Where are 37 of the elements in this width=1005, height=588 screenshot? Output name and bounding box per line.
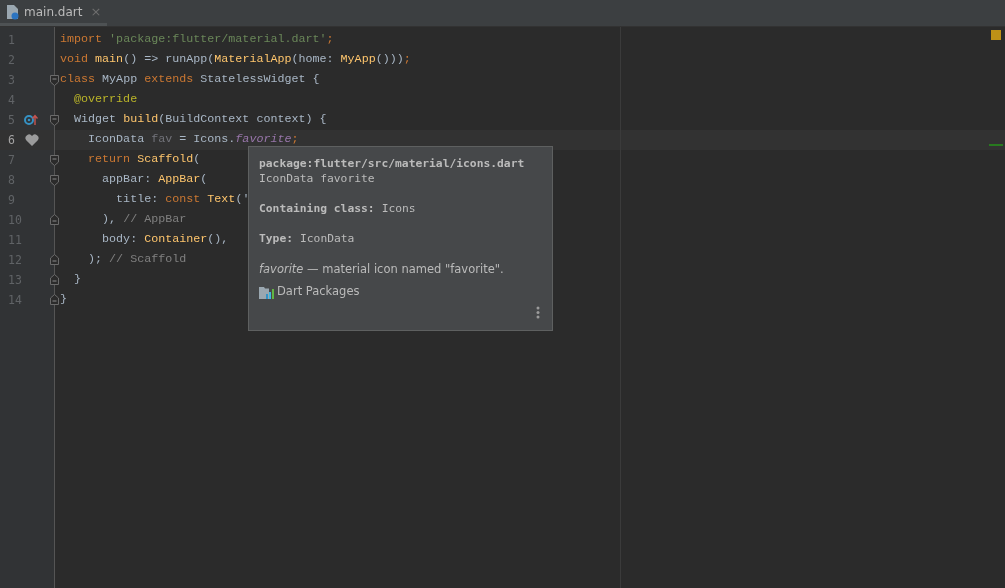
package-path: package:flutter/src/material/icons.dart [259,156,526,171]
dart-file-icon [6,3,20,20]
code-line: class MyApp extends StatelessWidget { [60,71,320,89]
code-line: appBar: AppBar( [101,171,208,189]
code-line: } [73,271,82,289]
fold-icon[interactable] [50,254,59,265]
fold-icon[interactable] [50,115,59,126]
fold-icon[interactable] [50,175,59,186]
fold-icon[interactable] [50,214,59,225]
code-line: @override [73,91,138,109]
fold-icon[interactable] [50,155,59,166]
code-line: } [60,291,67,309]
code-line: import 'package:flutter/material.dart'; [60,31,334,49]
type-value: IconData [300,231,355,246]
library-icon [259,284,275,299]
code-line: void main() => runApp(MaterialApp(home: MyApp())); [60,51,411,69]
type-label: Type: [259,231,293,246]
containing-class-label: Containing class: [259,201,375,216]
tab-label: main.dart [24,3,83,21]
fold-icon[interactable] [50,294,59,305]
code-line: ); // Scaffold [87,251,187,269]
code-line: title: const Text(' [115,191,250,209]
code-line: body: Container(), [101,231,229,249]
change-marker [989,144,1003,146]
containing-class-value: Icons [381,201,416,216]
code-line: Widget build(BuildContext context) { [73,111,327,129]
line-number: 6 [8,132,15,149]
override-marker-icon[interactable] [24,114,38,126]
code-line: return Scaffold( [87,151,201,169]
description: favorite — material icon named "favorite". [259,262,505,277]
more-icon[interactable] [536,306,540,319]
code-line: ), // AppBar [101,211,187,229]
code-line: IconData fav = Icons.favorite; [87,131,299,149]
signature: IconData favorite [259,171,376,186]
fold-icon[interactable] [50,75,59,86]
fold-icon[interactable] [50,274,59,285]
dart-packages-link[interactable]: Dart Packages [277,283,360,301]
